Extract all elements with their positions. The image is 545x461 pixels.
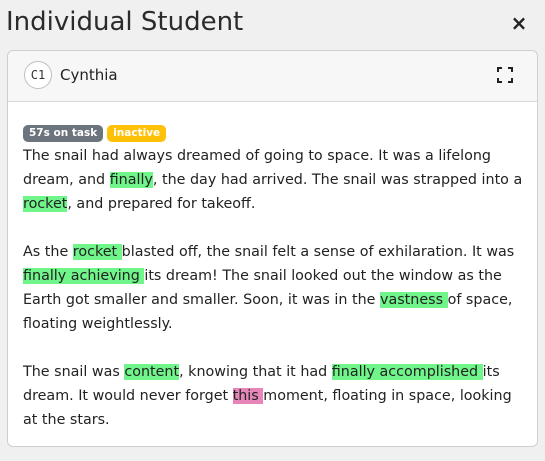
highlighted-word: finally accomplished: [331, 364, 483, 380]
text-segment: , and prepared for takeoff.: [67, 196, 256, 212]
response-paragraph: The snail was content, knowing that it h…: [23, 360, 527, 432]
text-segment: As the: [23, 244, 73, 260]
status-badge: inactive: [107, 124, 167, 142]
badge-row: 57s on task inactive: [23, 122, 527, 144]
page-title: Individual Student: [6, 7, 244, 37]
student-response-text: The snail had always dreamed of going to…: [23, 144, 527, 432]
response-paragraph: The snail had always dreamed of going to…: [23, 144, 527, 216]
avatar: C1: [24, 61, 52, 89]
highlighted-word: content: [124, 364, 180, 380]
student-card-body: 57s on task inactive The snail had alway…: [23, 122, 527, 432]
student-card: C1 Cynthia 57s on task inactive The snai…: [7, 50, 538, 447]
text-segment: , knowing that it had: [179, 364, 332, 380]
flagged-word: this: [232, 388, 264, 404]
individual-student-panel: Individual Student × C1 Cynthia 57s on t…: [0, 0, 545, 461]
highlighted-word: rocket: [23, 196, 68, 212]
text-segment: blasted off, the snail felt a sense of e…: [121, 244, 515, 260]
highlighted-word: vastness: [380, 292, 448, 308]
text-segment: The snail was: [23, 364, 125, 380]
text-segment: , the day had arrived. The snail was str…: [152, 172, 523, 188]
highlighted-word: finally: [109, 172, 153, 188]
expand-icon[interactable]: [497, 67, 513, 83]
panel-header: Individual Student ×: [6, 4, 531, 44]
student-name: Cynthia: [60, 66, 118, 84]
time-on-task-badge: 57s on task: [23, 124, 104, 142]
highlighted-word: finally achieving: [23, 268, 145, 284]
response-paragraph: As the rocket blasted off, the snail fel…: [23, 240, 527, 336]
highlighted-word: rocket: [72, 244, 122, 260]
student-card-header: C1 Cynthia: [8, 51, 537, 102]
close-button[interactable]: ×: [509, 12, 529, 34]
close-icon: ×: [510, 11, 528, 35]
